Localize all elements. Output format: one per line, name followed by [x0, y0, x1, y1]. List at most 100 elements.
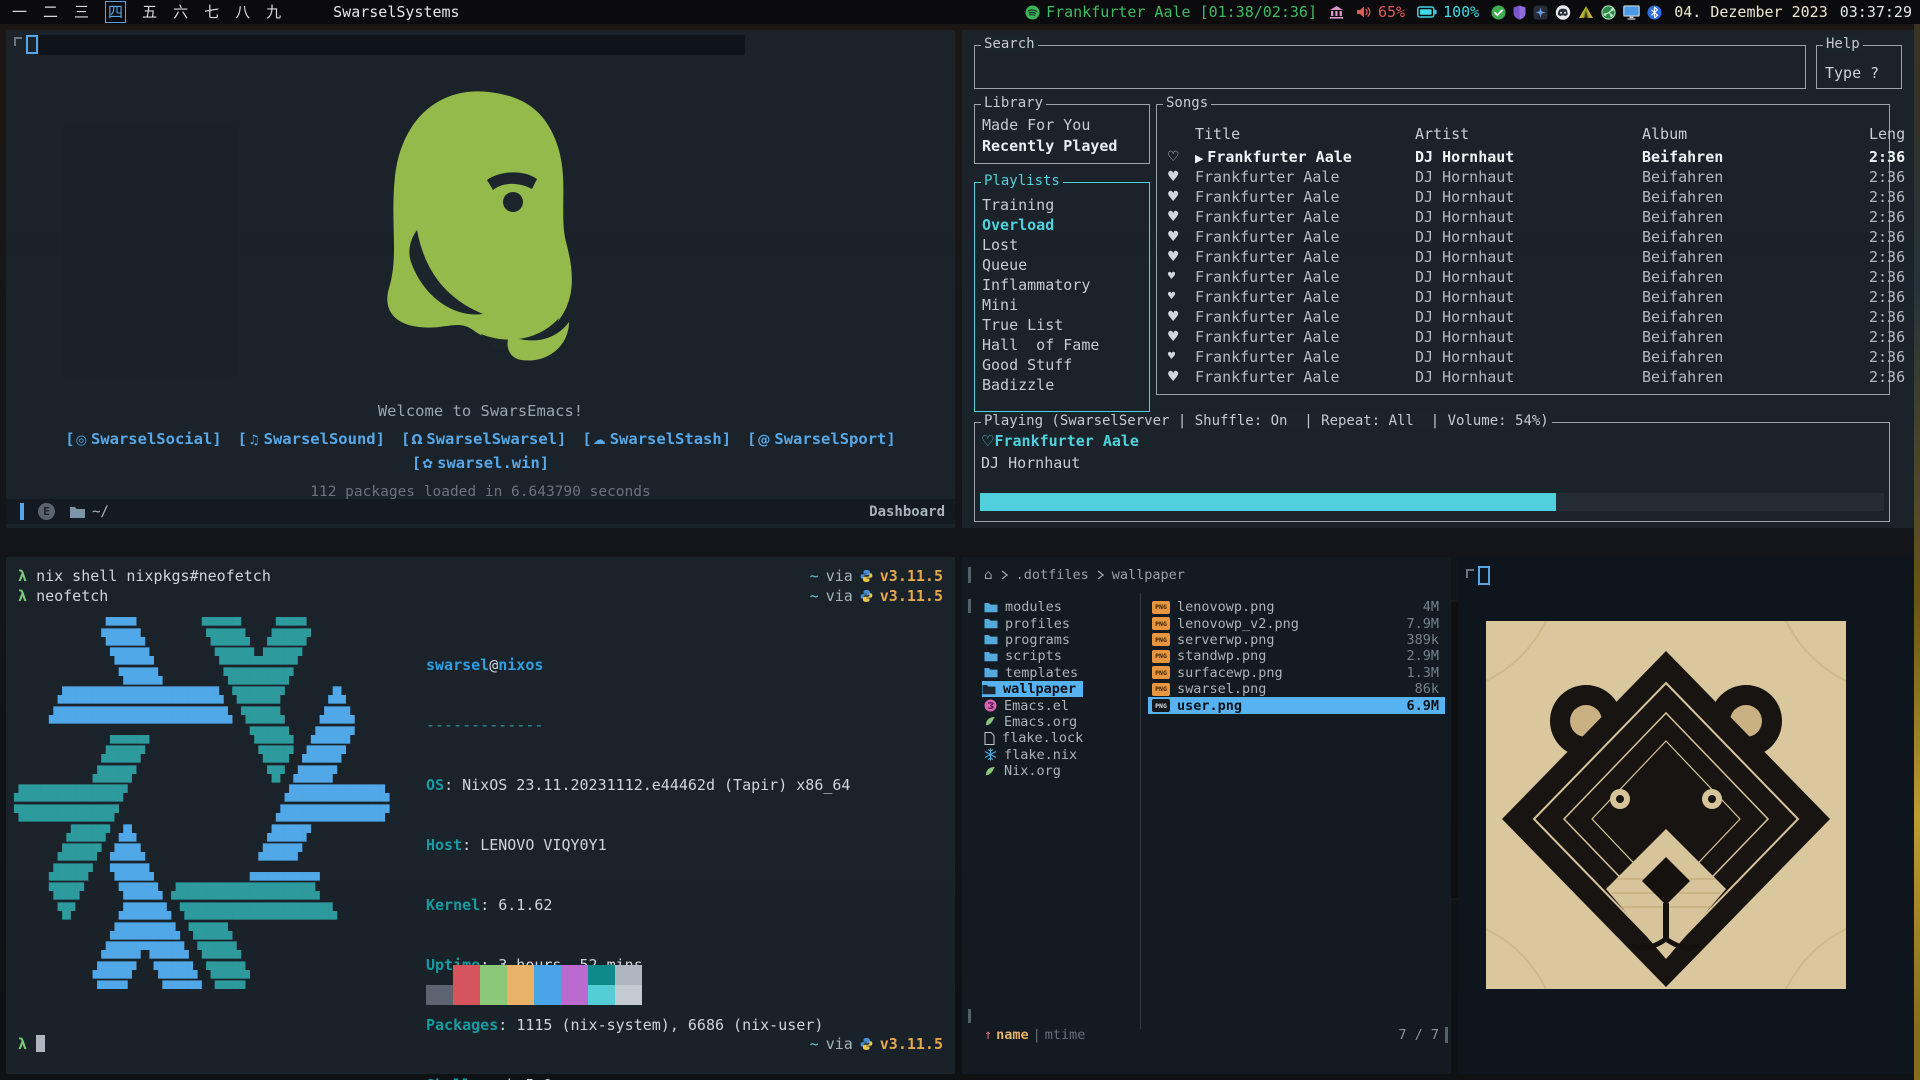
tree-item-emacs-org[interactable]: Emacs.org [984, 714, 1083, 730]
library-item[interactable]: Made For You [982, 115, 1117, 136]
sort-direction[interactable]: ↑ [984, 1027, 992, 1043]
link-swarselsound[interactable]: ♫SwarselSound [238, 430, 385, 448]
workspace-8[interactable]: 八 [235, 1, 250, 23]
tree-item-emacs-el[interactable]: Emacs.el [984, 697, 1083, 713]
playlist-training[interactable]: Training [982, 195, 1099, 215]
heart-icon[interactable]: ♥ [1167, 227, 1195, 247]
bluetooth-icon[interactable] [1647, 5, 1662, 20]
vpn-tent-icon[interactable] [1578, 5, 1594, 19]
tree-item-wallpaper-selected[interactable]: wallpaper [982, 681, 1083, 697]
emacs-cursor [26, 35, 38, 54]
file-row[interactable]: PNGlenovowp.png4M [1148, 599, 1445, 615]
workspace-5[interactable]: 五 [142, 1, 157, 23]
tree-item-folder[interactable]: scripts [984, 648, 1083, 664]
song-row[interactable]: ♥Frankfurter AaleDJ HornhautBeifahren2:3… [1157, 227, 1889, 247]
search-input[interactable] [983, 54, 1793, 78]
link-swarselswarsel[interactable]: ΩSwarselSwarsel [401, 430, 566, 448]
song-row[interactable]: ♥Frankfurter AaleDJ HornhautBeifahren2:3… [1157, 187, 1889, 207]
song-row[interactable]: ♥Frankfurter AaleDJ HornhautBeifahren2:3… [1157, 207, 1889, 227]
kdeconnect-icon[interactable] [1533, 5, 1548, 20]
updates-ok-icon[interactable] [1491, 5, 1506, 20]
input-method-icon[interactable] [1329, 5, 1344, 19]
fringe-marker [1466, 569, 1474, 578]
heart-icon[interactable]: ♥ [1167, 287, 1195, 307]
playlist-badizzle[interactable]: Badizzle [982, 375, 1099, 395]
workspace-2[interactable]: 二 [43, 1, 58, 23]
search-box[interactable]: Search [974, 45, 1806, 89]
song-row[interactable]: ♥Frankfurter AaleDJ HornhautBeifahren2:3… [1157, 167, 1889, 187]
playlist-good-stuff[interactable]: Good Stuff [982, 355, 1099, 375]
clock-date[interactable]: 04. Dezember 2023 [1674, 3, 1828, 21]
workspace-9[interactable]: 九 [266, 1, 281, 23]
sound-icon: ♫ [247, 433, 264, 448]
file-row[interactable]: PNGsurfacewp.png1.3M [1148, 665, 1445, 681]
heart-icon[interactable]: ♥ [1167, 327, 1195, 347]
progress-bar[interactable] [980, 493, 1884, 511]
workspace-3[interactable]: 三 [74, 1, 89, 23]
tree-item-folder[interactable]: modules [984, 599, 1083, 615]
tree-item-folder[interactable]: programs [984, 632, 1083, 648]
tree-item-folder[interactable]: templates [984, 665, 1083, 681]
playlist-true-list[interactable]: True List [982, 315, 1099, 335]
heart-icon[interactable]: ♥ [1167, 207, 1195, 227]
song-row[interactable]: ♥Frankfurter AaleDJ HornhautBeifahren2:3… [1157, 367, 1889, 387]
home-icon[interactable]: ⌂ [984, 567, 993, 583]
workspace-1[interactable]: 一 [12, 1, 27, 23]
shield-icon[interactable] [1513, 5, 1526, 20]
folder-icon [984, 667, 998, 678]
song-row[interactable]: ♥Frankfurter AaleDJ HornhautBeifahren2:3… [1157, 327, 1889, 347]
syncthing-icon[interactable] [1601, 5, 1616, 20]
heart-icon[interactable]: ♥ [1167, 307, 1195, 327]
workspace-7[interactable]: 七 [204, 1, 219, 23]
breadcrumb-dotfiles[interactable]: .dotfiles [1016, 567, 1089, 583]
song-row-playing[interactable]: ♡Frankfurter AaleDJ HornhautBeifahren2:3… [1157, 147, 1889, 167]
playlists-label: Playlists [981, 173, 1063, 189]
playlist-queue[interactable]: Queue [982, 255, 1099, 275]
heart-icon[interactable]: ♥ [1167, 247, 1195, 267]
tree-item-flake-nix[interactable]: flake.nix [984, 747, 1083, 763]
link-swarselsocial[interactable]: ◎SwarselSocial [65, 430, 221, 448]
tree-item-flake-lock[interactable]: flake.lock [984, 730, 1083, 746]
now-playing-module[interactable]: Frankfurter Aale [01:38/02:36] [1025, 3, 1317, 21]
breadcrumb-wallpaper[interactable]: wallpaper [1112, 567, 1185, 583]
discord-icon[interactable] [1555, 5, 1571, 20]
display-icon[interactable] [1623, 5, 1640, 20]
file-row[interactable]: PNGlenovowp_v2.png7.9M [1148, 615, 1445, 631]
prompt-line-current[interactable]: λ [18, 1035, 45, 1053]
heart-icon[interactable]: ♥ [1167, 187, 1195, 207]
song-row[interactable]: ♥Frankfurter AaleDJ HornhautBeifahren2:3… [1157, 347, 1889, 367]
clock-time[interactable]: 03:37:29 [1840, 3, 1912, 21]
song-row[interactable]: ♥Frankfurter AaleDJ HornhautBeifahren2:3… [1157, 287, 1889, 307]
neofetch-userhost: swarsel@nixos [426, 655, 850, 675]
workspace-6[interactable]: 六 [173, 1, 188, 23]
playlist-inflammatory[interactable]: Inflammatory [982, 275, 1099, 295]
file-row[interactable]: PNGserverwp.png389k [1148, 632, 1445, 648]
playlist-overload-selected[interactable]: Overload [982, 215, 1099, 235]
workspace-4-active[interactable]: 四 [105, 1, 126, 23]
heart-icon[interactable]: ♥ [1167, 367, 1195, 387]
volume-module[interactable]: 65% [1356, 3, 1405, 21]
sort-key[interactable]: name [996, 1027, 1029, 1043]
song-row[interactable]: ♥Frankfurter AaleDJ HornhautBeifahren2:3… [1157, 267, 1889, 287]
playlist-hall-of-fame[interactable]: Hall of Fame [982, 335, 1099, 355]
playlist-mini[interactable]: Mini [982, 295, 1099, 315]
tree-item-nix-org[interactable]: Nix.org [984, 763, 1083, 779]
file-row[interactable]: PNGstandwp.png2.9M [1148, 648, 1445, 664]
song-row[interactable]: ♥Frankfurter AaleDJ HornhautBeifahren2:3… [1157, 247, 1889, 267]
file-row[interactable]: PNGswarsel.png86k [1148, 681, 1445, 697]
link-swarselsport[interactable]: @SwarselSport [747, 430, 896, 448]
heart-icon[interactable]: ♥ [1167, 347, 1195, 367]
song-row[interactable]: ♥Frankfurter AaleDJ HornhautBeifahren2:3… [1157, 307, 1889, 327]
tree-item-folder[interactable]: profiles [984, 615, 1083, 631]
library-item-active[interactable]: Recently Played [982, 136, 1117, 157]
link-swarsel-win[interactable]: ✿swarsel.win [412, 454, 549, 472]
playlist-lost[interactable]: Lost [982, 235, 1099, 255]
heart-icon[interactable]: ♥ [1167, 167, 1195, 187]
battery-module[interactable]: 100% [1417, 3, 1479, 21]
heart-icon[interactable]: ♥ [1167, 267, 1195, 287]
sort-alt[interactable]: mtime [1045, 1027, 1086, 1043]
link-swarselstash[interactable]: ☁SwarselStash [582, 430, 731, 448]
heart-icon[interactable]: ♡ [981, 432, 994, 450]
file-row-selected[interactable]: PNGuser.png6.9M [1148, 697, 1445, 713]
heart-icon[interactable]: ♡ [1167, 147, 1195, 169]
